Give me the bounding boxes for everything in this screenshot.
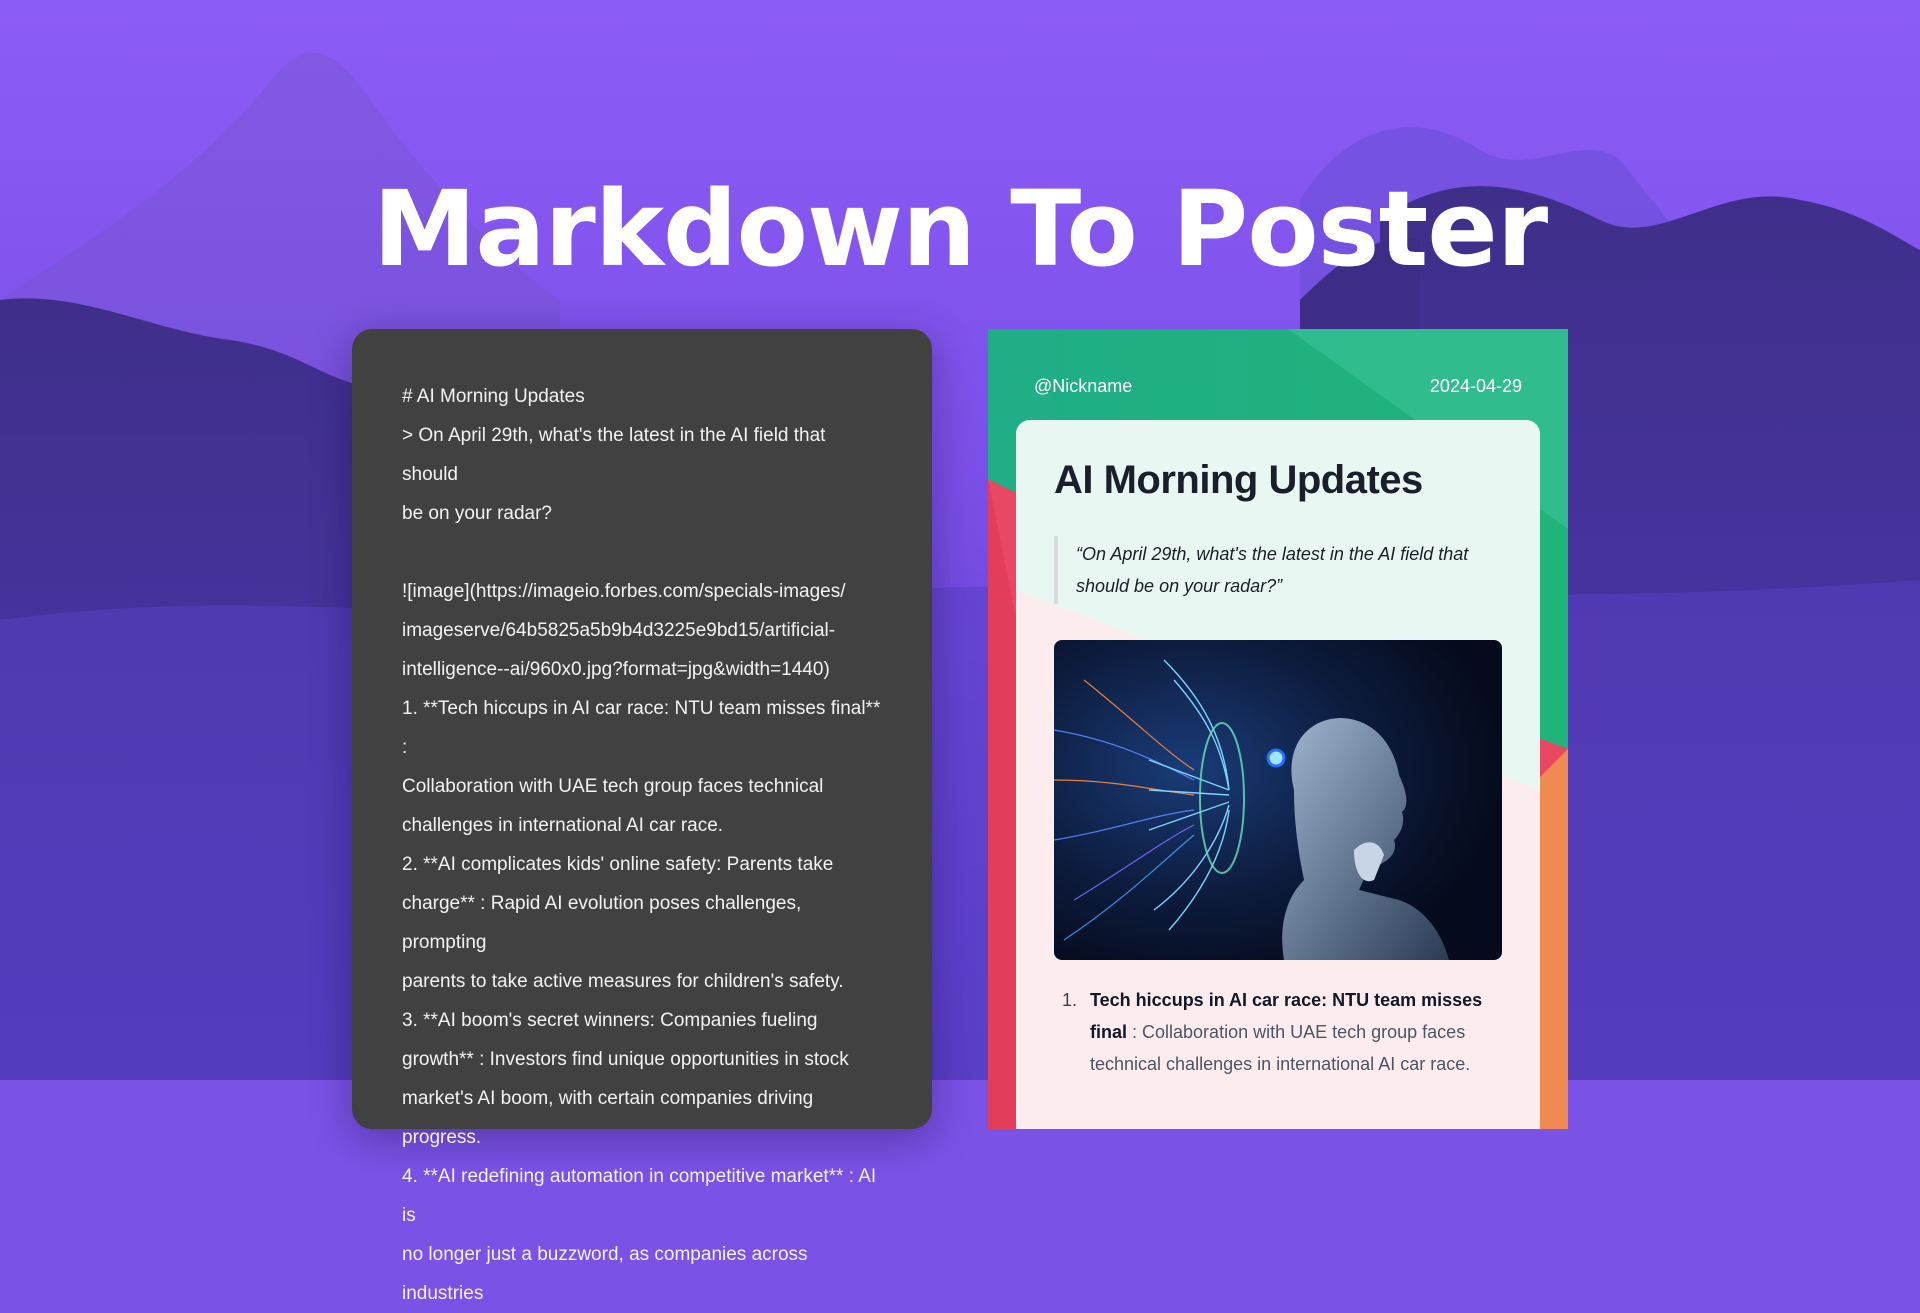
- editor-line: 3. **AI boom's secret winners: Companies…: [402, 1010, 818, 1031]
- poster-date: 2024-04-29: [1429, 376, 1522, 396]
- editor-line-blank: [402, 533, 884, 572]
- page-title: Markdown To Poster: [372, 168, 1548, 290]
- editor-line: charge** : Rapid AI evolution poses chal…: [402, 893, 807, 953]
- editor-line: imageserve/64b5825a5b9b4d3225e9bd15/arti…: [402, 620, 836, 641]
- editor-line: # AI Morning Updates: [402, 386, 585, 407]
- editor-line: 4. **AI redefining automation in competi…: [402, 1166, 882, 1226]
- mountain-background: [0, 0, 1920, 1080]
- list-item: 1. Tech hiccups in AI car race: NTU team…: [1054, 984, 1502, 1080]
- editor-line: > On April 29th, what's the latest in th…: [402, 425, 831, 485]
- poster-header: @Nickname 2024-04-29: [1034, 376, 1522, 397]
- list-item-content: Tech hiccups in AI car race: NTU team mi…: [1090, 984, 1502, 1080]
- news-list: 1. Tech hiccups in AI car race: NTU team…: [1054, 984, 1502, 1080]
- list-item-number: 1.: [1062, 990, 1078, 1010]
- editor-line: challenges in international AI car race.: [402, 815, 724, 836]
- poster-title: AI Morning Updates: [1054, 458, 1423, 502]
- poster-preview: @Nickname 2024-04-29 AI Morning Updates …: [988, 329, 1568, 1129]
- nickname: @Nickname: [1034, 376, 1133, 396]
- editor-line: 1. **Tech hiccups in AI car race: NTU te…: [402, 698, 886, 758]
- poster-quote: “On April 29th, what's the latest in the…: [1054, 536, 1502, 604]
- markdown-editor[interactable]: # AI Morning Updates > On April 29th, wh…: [352, 329, 932, 1304]
- editor-line: 2. **AI complicates kids' online safety:…: [402, 854, 834, 875]
- editor-line: no longer just a buzzword, as companies …: [402, 1244, 813, 1304]
- ai-robot-image: [1054, 640, 1502, 960]
- poster-card: AI Morning Updates “On April 29th, what'…: [1016, 420, 1540, 1129]
- editor-line: market's AI boom, with certain companies…: [402, 1088, 819, 1148]
- editor-line: ![image](https://imageio.forbes.com/spec…: [402, 581, 846, 602]
- editor-line: intelligence--ai/960x0.jpg?format=jpg&wi…: [402, 659, 830, 680]
- editor-line: be on your radar?: [402, 503, 552, 524]
- editor-line: growth** : Investors find unique opportu…: [402, 1049, 849, 1070]
- list-item-text: : Collaboration with UAE tech group face…: [1090, 1022, 1471, 1074]
- editor-line: Collaboration with UAE tech group faces …: [402, 776, 824, 797]
- editor-line: parents to take active measures for chil…: [402, 971, 844, 992]
